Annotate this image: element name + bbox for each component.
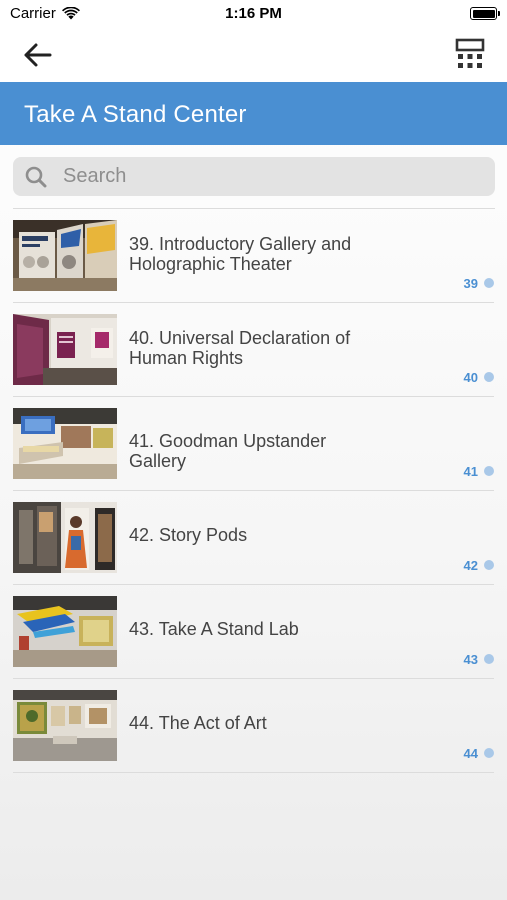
exhibit-thumbnail: [13, 220, 117, 291]
list-item[interactable]: 39. Introductory Gallery and Holographic…: [13, 209, 494, 303]
clock: 1:16 PM: [225, 5, 282, 22]
exhibit-thumbnail: [13, 502, 117, 573]
page-header: Take A Stand Center: [0, 82, 507, 145]
navigation-bar: [0, 28, 507, 82]
exhibit-thumbnail: [13, 596, 117, 667]
status-dot-icon: [484, 560, 494, 570]
status-dot-icon: [484, 372, 494, 382]
list-item-title: 39. Introductory Gallery and Holographic…: [129, 234, 352, 274]
list-item-title: 41. Goodman Upstander Gallery: [129, 431, 327, 471]
list-item[interactable]: 44. The Act of Art 44: [13, 679, 494, 773]
search-input[interactable]: [63, 157, 483, 196]
calculator-button[interactable]: [455, 38, 485, 70]
list-item-number: 43: [463, 652, 478, 667]
list-item[interactable]: 41. Goodman Upstander Gallery 41: [13, 397, 494, 491]
exhibit-list: 39. Introductory Gallery and Holographic…: [0, 209, 507, 773]
list-item-number: 44: [463, 746, 478, 761]
list-item-number: 39: [463, 276, 478, 291]
status-bar: Carrier 1:16 PM: [0, 0, 507, 28]
status-dot-icon: [484, 654, 494, 664]
page-title: Take A Stand Center: [24, 101, 247, 128]
back-button[interactable]: [22, 40, 56, 70]
search-icon: [25, 166, 47, 188]
list-item-title: 42. Story Pods: [129, 525, 248, 545]
exhibit-thumbnail: [13, 690, 117, 761]
list-item[interactable]: 43. Take A Stand Lab 43: [13, 585, 494, 679]
status-dot-icon: [484, 278, 494, 288]
status-dot-icon: [484, 466, 494, 476]
search-bar[interactable]: [13, 157, 495, 196]
battery-icon: [470, 7, 500, 20]
status-dot-icon: [484, 748, 494, 758]
list-item[interactable]: 42. Story Pods 42: [13, 491, 494, 585]
list-item-number: 40: [463, 370, 478, 385]
exhibit-thumbnail: [13, 314, 117, 385]
list-item[interactable]: 40. Universal Declaration of Human Right…: [13, 303, 494, 397]
list-item-title: 44. The Act of Art: [129, 713, 267, 733]
calculator-icon: [455, 38, 485, 68]
list-item-title: 43. Take A Stand Lab: [129, 619, 299, 639]
list-item-number: 42: [463, 558, 478, 573]
arrow-left-icon: [24, 43, 52, 67]
exhibit-thumbnail: [13, 408, 117, 479]
list-item-number: 41: [463, 464, 478, 479]
list-item-title: 40. Universal Declaration of Human Right…: [129, 328, 351, 368]
